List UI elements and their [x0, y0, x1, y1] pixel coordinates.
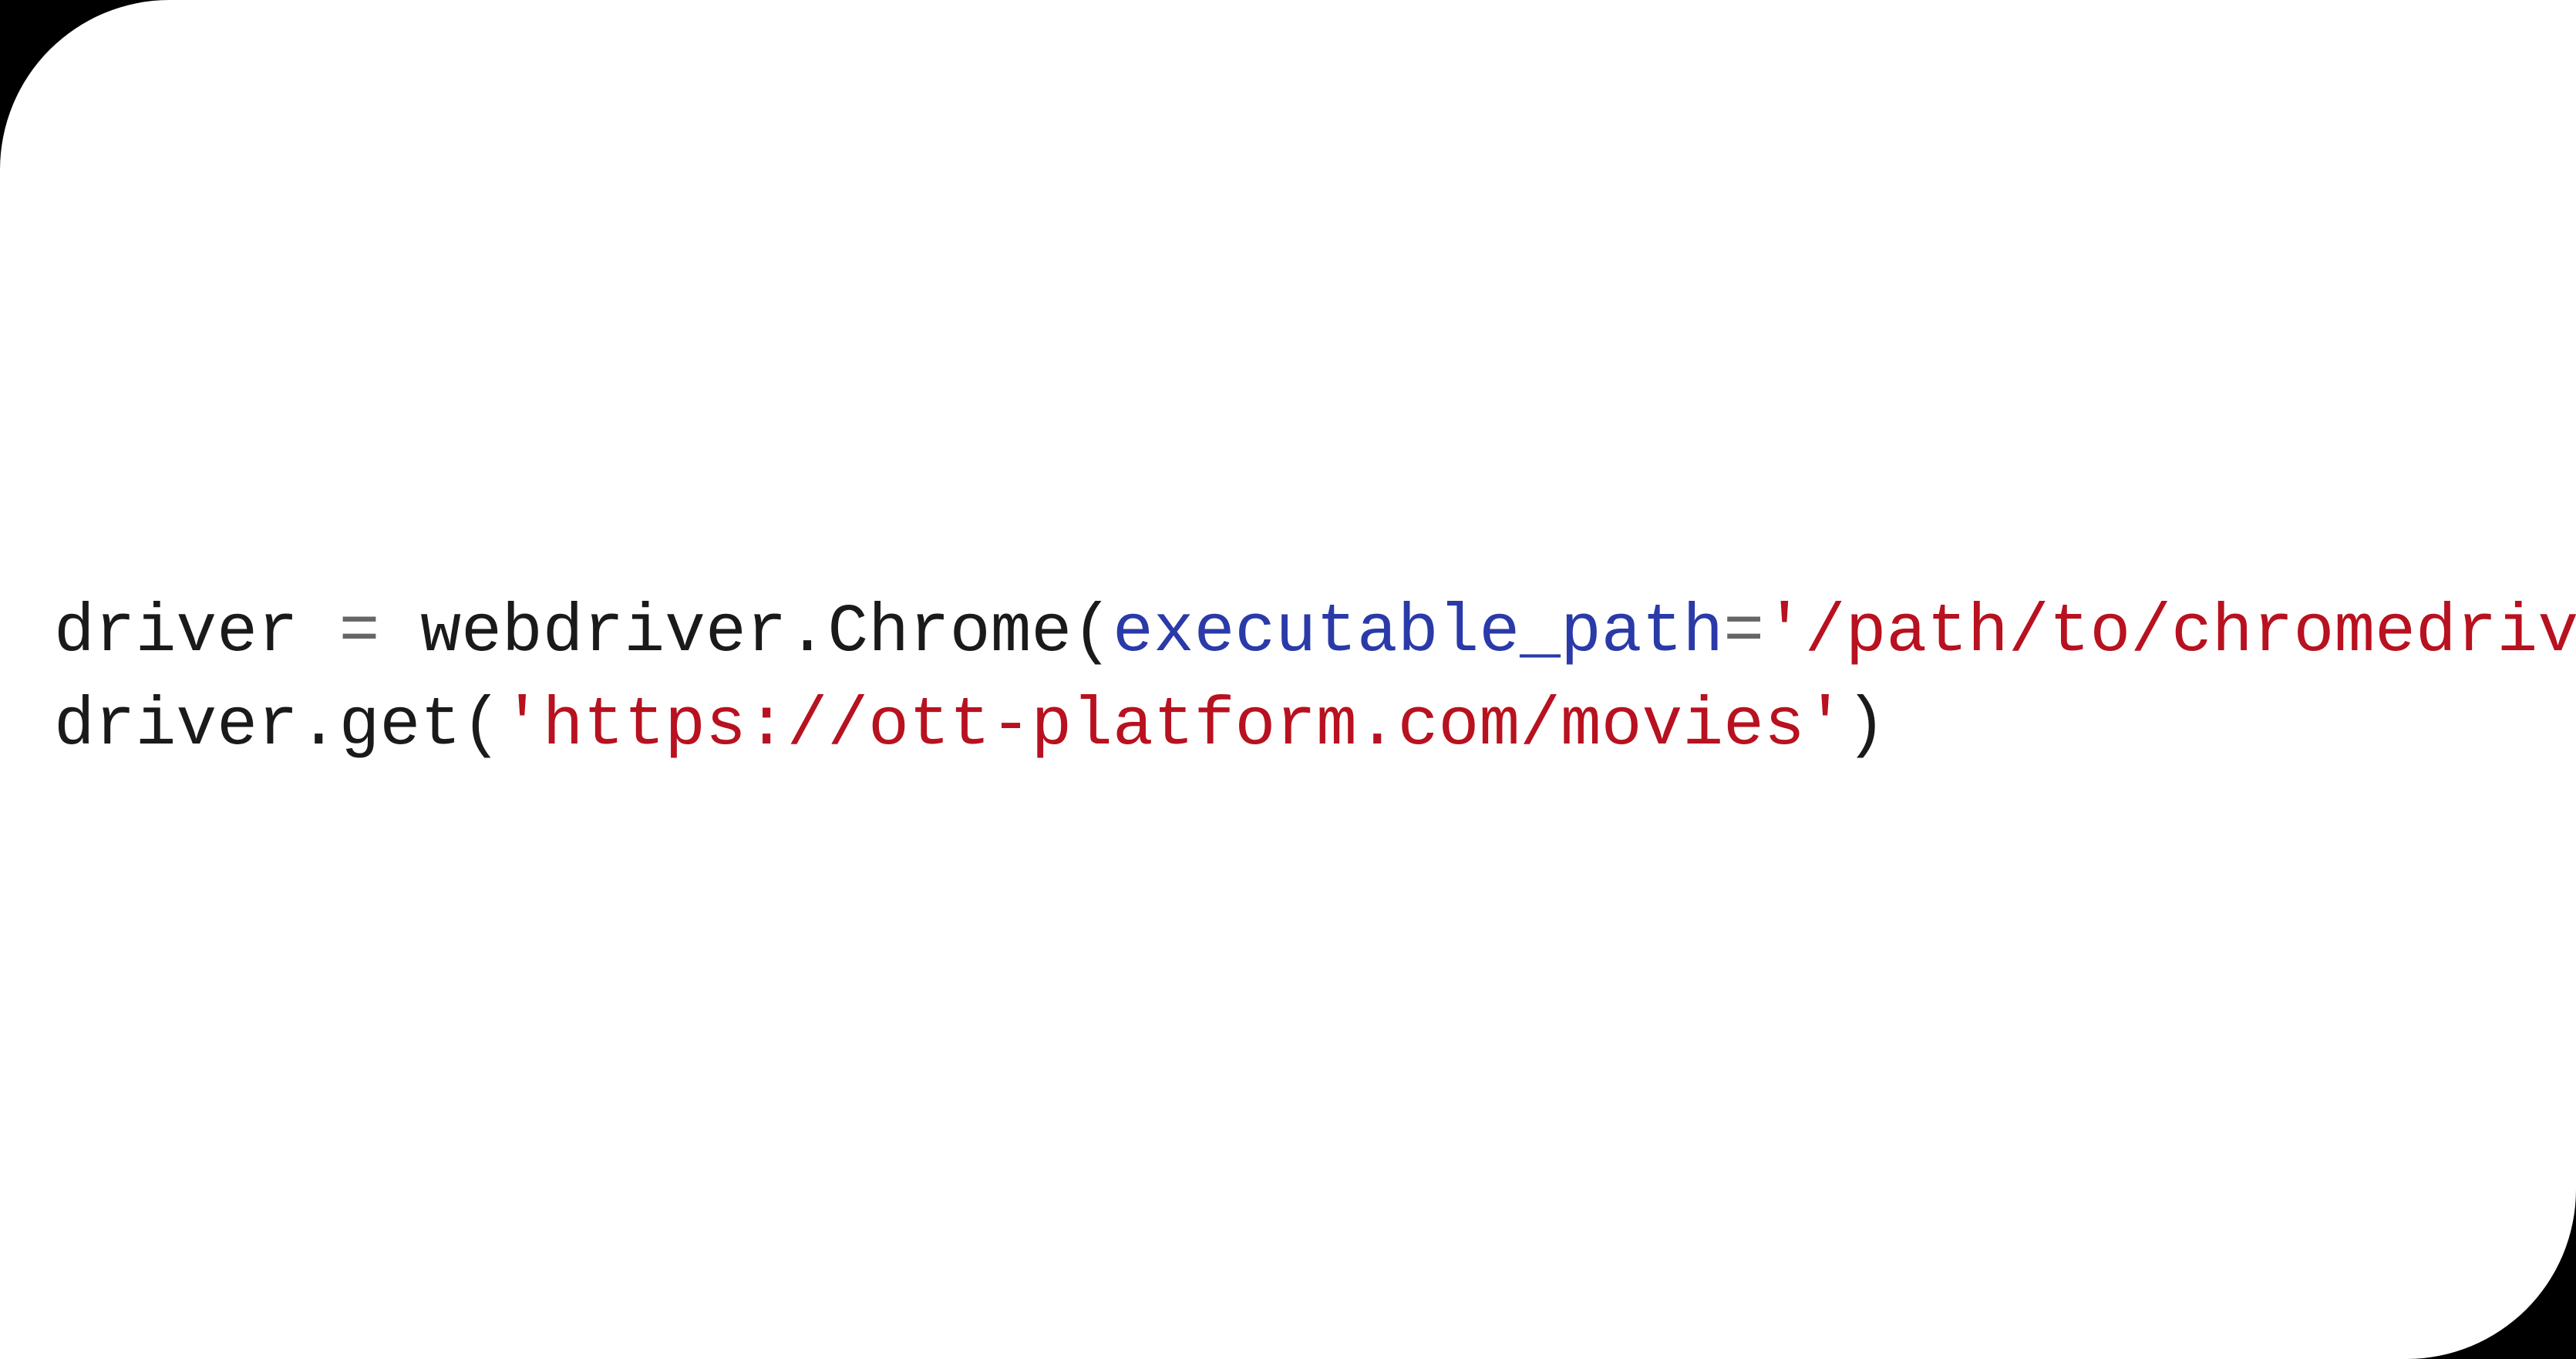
code-card: driver = webdriver.Chrome(executable_pat… [0, 0, 2576, 1359]
code-token: ) [1846, 688, 1887, 764]
code-token: webdriver.Chrome( [379, 595, 1113, 671]
code-block: driver = webdriver.Chrome(executable_pat… [54, 586, 2576, 774]
code-token: driver [54, 595, 339, 671]
code-token: driver.get( [54, 688, 502, 764]
code-token: = [1723, 595, 1764, 671]
code-token: '/path/to/chromedriver' [1764, 595, 2576, 671]
code-token: = [339, 595, 380, 671]
code-token: 'https://ott-platform.com/movies' [502, 688, 1846, 764]
code-token: executable_path [1113, 595, 1723, 671]
